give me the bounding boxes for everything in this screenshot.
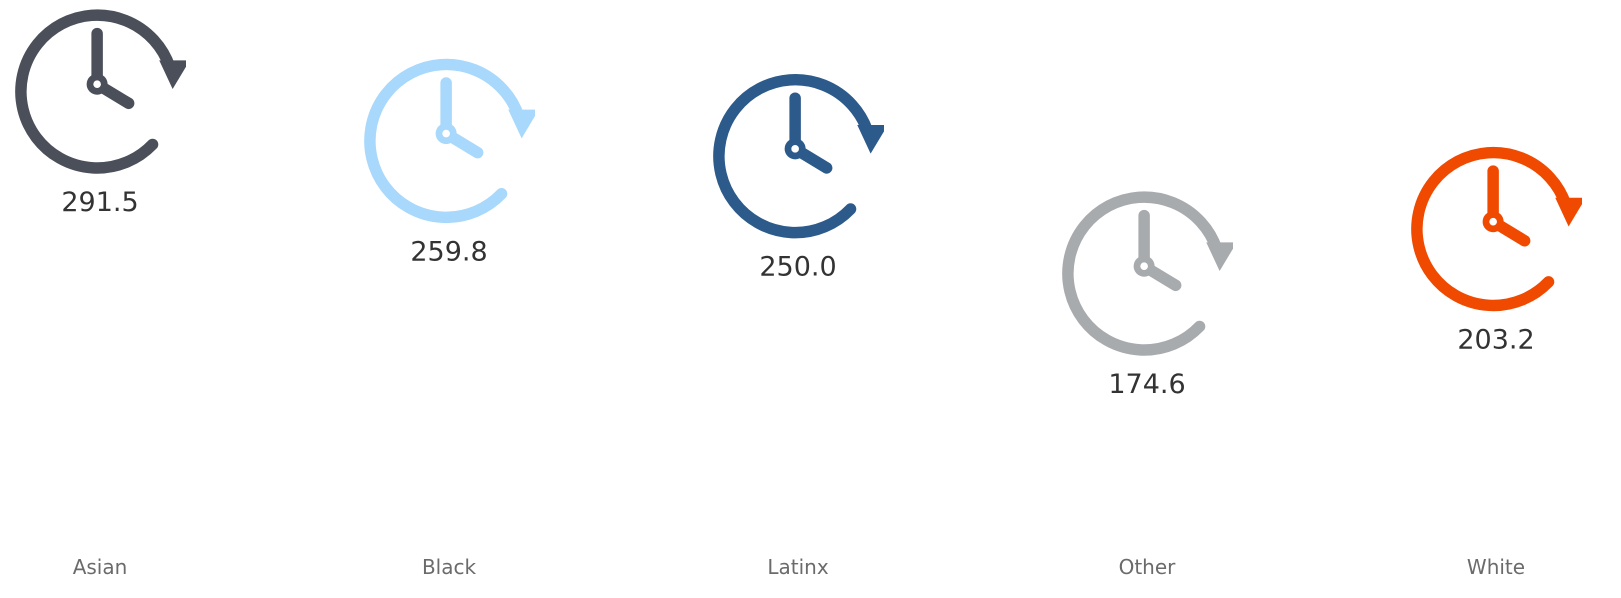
clock-history-icon-latinx: [719, 80, 888, 233]
category-label-white: White: [1467, 555, 1525, 579]
value-label-asian: 291.5: [61, 187, 138, 218]
pictogram-chart: 291.5 Asian 259.8 Black 250.0 Latinx 174.6 Othe…: [0, 0, 1621, 579]
chart-marks: 291.5 Asian 259.8 Black 250.0 Latinx 174.6 Othe…: [21, 15, 1586, 579]
clock-history-icon-white: [1417, 153, 1586, 306]
value-label-white: 203.2: [1457, 324, 1534, 355]
category-label-asian: Asian: [73, 555, 128, 579]
category-label-black: Black: [422, 555, 477, 579]
clock-history-icon-asian: [21, 15, 190, 168]
value-label-latinx: 250.0: [759, 252, 836, 283]
value-label-other: 174.6: [1108, 369, 1185, 400]
category-label-other: Other: [1119, 555, 1177, 579]
category-label-latinx: Latinx: [767, 555, 828, 579]
value-label-black: 259.8: [410, 236, 487, 267]
clock-history-icon-black: [370, 64, 539, 217]
clock-history-icon-other: [1068, 197, 1237, 350]
